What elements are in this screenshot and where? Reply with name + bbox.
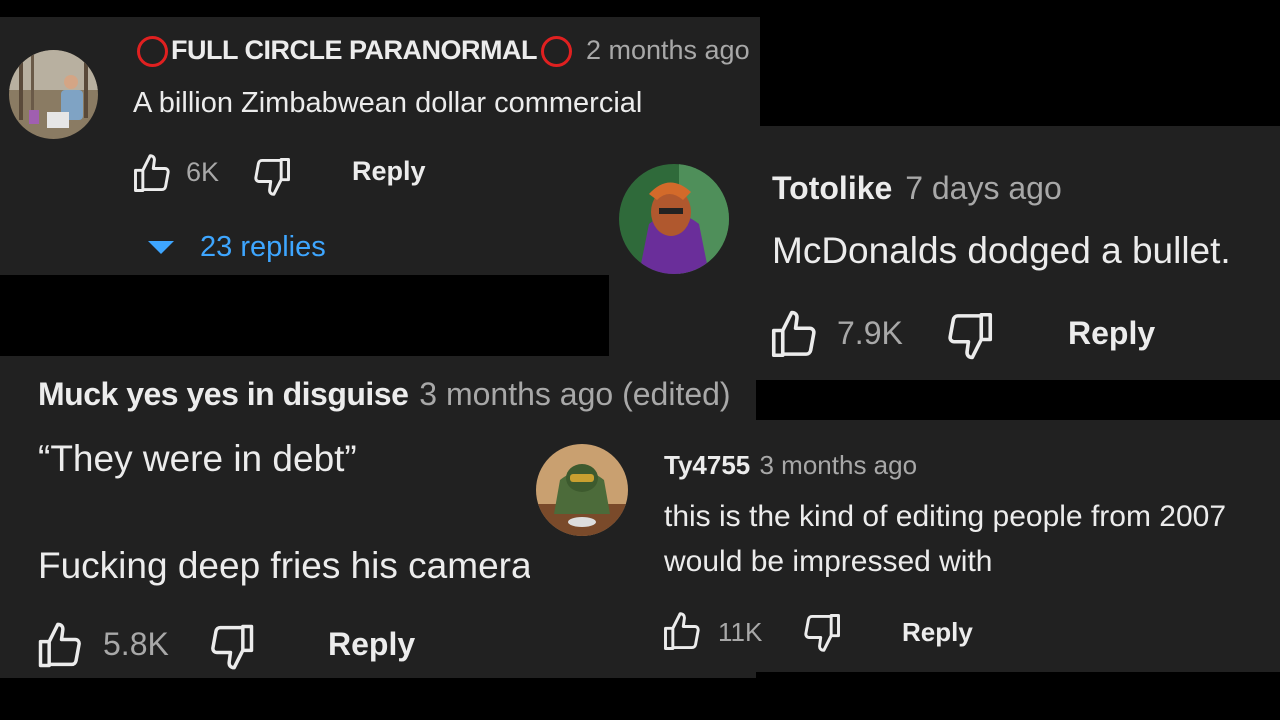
comment-text-line: this is the kind of editing people from … xyxy=(664,500,1227,533)
timestamp[interactable]: 7 days ago xyxy=(905,170,1062,206)
comment-header: FULL CIRCLE PARANORMAL 2 months ago xyxy=(137,35,750,68)
reply-button[interactable]: Reply xyxy=(328,626,415,663)
comment-text-line: “They were in debt” xyxy=(38,438,357,479)
like-count: 7.9K xyxy=(837,315,903,351)
comment-card-totolike: Totolike 7 days ago McDonalds dodged a b… xyxy=(609,126,1280,380)
author-name[interactable]: Totolike xyxy=(772,170,892,206)
like-count: 11K xyxy=(718,617,763,647)
view-replies-link[interactable]: 23 replies xyxy=(200,231,326,264)
thumbs-down-icon[interactable] xyxy=(943,308,997,362)
comment-header: Ty4755 3 months ago xyxy=(664,450,917,481)
avatar[interactable] xyxy=(9,50,98,139)
author-name[interactable]: FULL CIRCLE PARANORMAL xyxy=(171,35,537,65)
reply-button[interactable]: Reply xyxy=(902,617,973,648)
reply-button[interactable]: Reply xyxy=(1068,315,1155,352)
author-name[interactable]: Ty4755 xyxy=(664,450,750,480)
comment-header: Totolike 7 days ago xyxy=(772,170,1062,207)
comment-card-ty4755: Ty4755 3 months ago this is the kind of … xyxy=(530,420,1280,672)
like-count: 6K xyxy=(186,157,220,187)
comment-text-line: Fucking deep fries his camera xyxy=(38,545,532,586)
timestamp[interactable]: 3 months ago (edited) xyxy=(419,376,730,412)
thumbs-down-icon[interactable] xyxy=(206,620,258,672)
thumbs-down-icon[interactable] xyxy=(250,154,294,198)
red-circle-icon xyxy=(540,36,572,68)
red-circle-icon xyxy=(137,36,168,68)
reply-button[interactable]: Reply xyxy=(352,156,426,187)
comment-text: McDonalds dodged a bullet. xyxy=(772,230,1231,271)
like-count: 5.8K xyxy=(103,626,169,662)
comment-text: A billion Zimbabwean dollar commercial xyxy=(133,87,643,119)
timestamp[interactable]: 2 months ago xyxy=(586,35,750,65)
timestamp[interactable]: 3 months ago xyxy=(760,450,918,480)
thumbs-up-icon[interactable] xyxy=(130,152,174,196)
thumbs-up-icon[interactable] xyxy=(767,308,821,362)
comments-collage: FULL CIRCLE PARANORMAL 2 months ago A bil… xyxy=(0,0,1280,720)
caret-down-icon[interactable] xyxy=(148,239,174,255)
avatar[interactable] xyxy=(536,444,628,536)
comment-text-line: would be impressed with xyxy=(664,545,993,578)
avatar[interactable] xyxy=(619,164,729,274)
thumbs-up-icon[interactable] xyxy=(660,610,704,654)
comment-header: Muck yes yes in disguise 3 months ago (e… xyxy=(38,376,731,413)
author-name[interactable]: Muck yes yes in disguise xyxy=(38,376,409,412)
thumbs-up-icon[interactable] xyxy=(34,620,86,672)
thumbs-down-icon[interactable] xyxy=(800,610,844,654)
